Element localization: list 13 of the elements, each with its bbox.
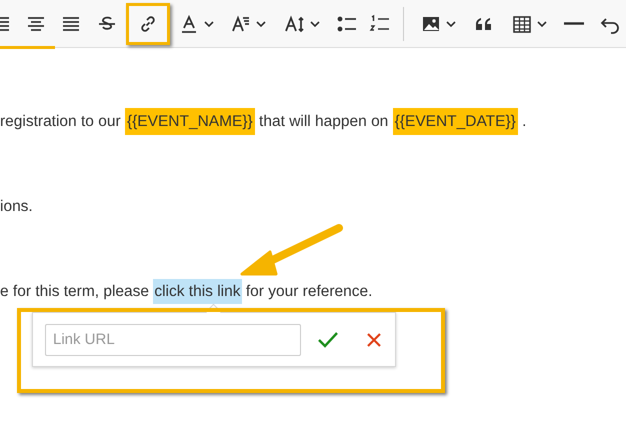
caret-icon xyxy=(310,20,320,28)
link-url-field[interactable]: Link URL xyxy=(45,324,301,356)
paragraph: e for this term, please click this link for your reference. xyxy=(0,278,626,306)
paragraph: registration to our {{EVENT_NAME}} that will happen on {{EVENT_DATE}} . xyxy=(0,108,626,136)
caret-icon xyxy=(256,20,266,28)
close-icon xyxy=(365,330,383,348)
caret-icon xyxy=(204,20,214,28)
link-button[interactable] xyxy=(126,2,170,44)
caret-icon xyxy=(446,20,456,28)
paragraph: ions. xyxy=(0,197,34,217)
check-icon xyxy=(317,330,339,348)
caret-icon xyxy=(537,20,547,28)
horizontal-rule-icon xyxy=(564,22,584,25)
